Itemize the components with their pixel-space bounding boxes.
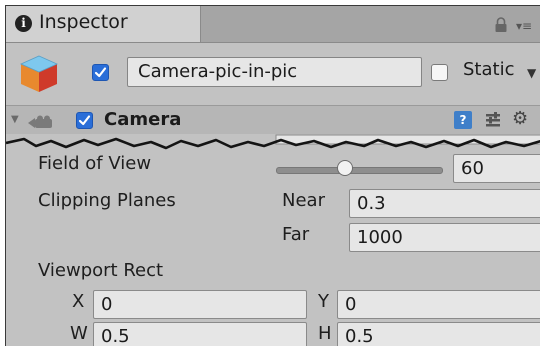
presets-icon[interactable] <box>484 111 502 129</box>
far-label: Far <box>282 224 310 245</box>
far-input[interactable]: 1000 <box>349 223 540 252</box>
info-icon: i <box>15 15 32 32</box>
static-label: Static <box>463 59 515 80</box>
camera-component-header[interactable]: ▼ Camera ? ⚙ <box>6 105 540 136</box>
near-label: Near <box>282 190 325 211</box>
tab-title: Inspector <box>39 11 128 33</box>
help-book-icon[interactable]: ? <box>454 111 472 129</box>
viewport-w-input[interactable]: 0.5 <box>93 322 307 346</box>
field-of-view-input[interactable]: 60 <box>453 154 540 183</box>
viewport-w-label: W <box>70 323 88 344</box>
static-checkbox[interactable] <box>431 64 448 81</box>
near-input[interactable]: 0.3 <box>349 189 540 218</box>
torn-edge-divider <box>6 134 540 154</box>
viewport-x-input[interactable]: 0 <box>93 290 307 319</box>
tab-bar: i Inspector ▾≡ <box>6 6 540 43</box>
viewport-rect-label: Viewport Rect <box>38 260 164 281</box>
object-active-checkbox[interactable] <box>92 64 109 81</box>
settings-gear-icon[interactable]: ⚙ <box>512 108 528 129</box>
viewport-x-label: X <box>72 291 85 312</box>
viewport-y-label: Y <box>318 291 329 312</box>
checkmark-icon <box>94 67 107 78</box>
viewport-y-input[interactable]: 0 <box>337 290 540 319</box>
checkmark-icon <box>78 115 91 126</box>
field-of-view-slider-track[interactable] <box>276 167 443 174</box>
component-title: Camera <box>104 109 182 130</box>
object-name-field[interactable]: Camera-pic-in-pic <box>127 57 422 87</box>
camera-component-icon <box>28 115 52 128</box>
tab-menu-icon[interactable]: ▾≡ <box>516 19 532 33</box>
viewport-h-label: H <box>318 323 332 344</box>
foldout-arrow-icon[interactable]: ▼ <box>11 114 19 125</box>
tab-inspector[interactable]: i Inspector <box>6 6 201 42</box>
component-enabled-checkbox[interactable] <box>76 112 93 129</box>
static-dropdown-arrow-icon[interactable]: ▼ <box>527 66 536 80</box>
clipping-planes-label: Clipping Planes <box>38 190 176 211</box>
inspector-window: i Inspector ▾≡ Camera-pic-in-pic Static … <box>5 5 540 346</box>
field-of-view-label: Field of View <box>38 153 152 174</box>
viewport-h-input[interactable]: 0.5 <box>337 322 540 346</box>
gameobject-cube-icon <box>20 55 58 92</box>
lock-icon[interactable] <box>494 17 508 33</box>
